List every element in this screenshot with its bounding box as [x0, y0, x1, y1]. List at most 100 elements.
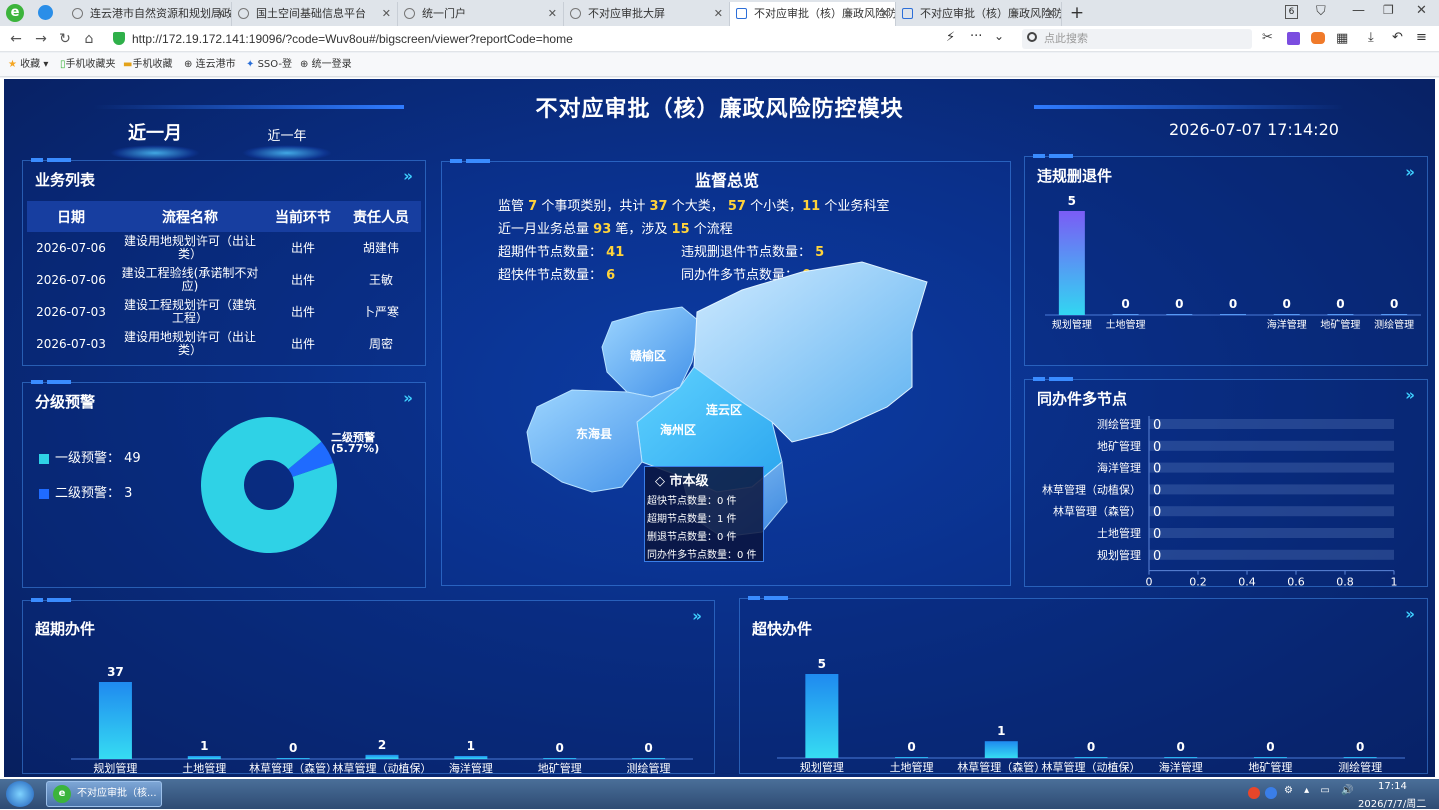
bar-value-label: 5 [818, 657, 826, 671]
globe-icon: ⊕ [300, 59, 309, 70]
new-tab-button[interactable]: + [1068, 2, 1086, 24]
col-date: 日期 [27, 201, 115, 232]
address-bar: ← → ↻ ⌂ http://172.19.172.141:19096/?cod… [0, 26, 1439, 52]
bar [1166, 314, 1193, 315]
tab-1[interactable]: 连云港市自然资源和规划局政务 ✕ [66, 2, 232, 26]
bar-track [1149, 549, 1394, 560]
glow-base [110, 145, 200, 161]
close-icon[interactable]: ✕ [548, 2, 557, 26]
reload-icon[interactable]: ↻ [56, 30, 74, 48]
shirt-icon[interactable]: ⛉ [1316, 4, 1326, 19]
bookmarks-bar: ★ 收藏 ▾ ▯手机收藏夹 ▬手机收藏 ⊕ 连云港市 ✦ SSO-登 ⊕ 统一登… [0, 53, 1439, 77]
start-button-icon[interactable] [6, 781, 34, 807]
shield-icon[interactable] [113, 32, 125, 45]
bar-track [1149, 528, 1394, 538]
bookmark-favorites[interactable]: ★ 收藏 ▾ [8, 57, 48, 73]
y-tick-label: 规划管理 [1097, 548, 1141, 562]
restore-icon[interactable]: ❐ [1383, 3, 1394, 17]
help-icon[interactable] [1265, 787, 1277, 799]
tab-3[interactable]: 统一门户 ✕ [398, 2, 564, 26]
minimize-icon[interactable]: — [1352, 3, 1365, 18]
tray-icons[interactable]: ⚙ ▴ ▭ 🔊 [1284, 785, 1357, 796]
pie-slice-label: 二级预警 (5.77%) [331, 431, 380, 455]
bar-track [1149, 506, 1394, 517]
bookmark-unified-login[interactable]: ⊕ 统一登录 [300, 57, 352, 73]
home-icon[interactable]: ⌂ [80, 30, 98, 48]
bookmark-mobile[interactable]: ▬手机收藏 [123, 57, 172, 73]
bookmark-mobile-folder[interactable]: ▯手机收藏夹 [60, 57, 116, 73]
more-chevron-icon[interactable]: » [403, 167, 413, 185]
bar [187, 756, 221, 759]
taskbar-date: 2026/7/7/周二 [1358, 799, 1427, 810]
close-icon[interactable]: ✕ [880, 2, 889, 26]
bar [543, 758, 577, 759]
bar [1058, 211, 1085, 315]
table-row[interactable]: 2026-07-06 建设工程验线(承诺制不对应) 出件 王敏 [27, 264, 421, 296]
telegram-icon[interactable] [38, 5, 53, 20]
globe-icon [404, 8, 415, 19]
bar-value-label: 0 [1175, 297, 1183, 311]
browser-logo-icon: e [53, 785, 71, 803]
bar-value-label: 2 [378, 738, 386, 752]
bar [984, 741, 1018, 758]
scissors-icon[interactable]: ✂ [1262, 30, 1273, 45]
forward-icon[interactable]: → [32, 30, 50, 48]
tooltip-title: ◇ 市本级 [655, 474, 709, 489]
close-icon[interactable]: ✕ [714, 2, 723, 26]
window-close-icon[interactable]: ✕ [1416, 3, 1427, 18]
table-row[interactable]: 2026-07-06 建设用地规划许可（出让类） 出件 胡建伟 [27, 232, 421, 264]
cube-icon [902, 8, 913, 19]
taskbar-app-button[interactable]: e 不对应审批（核... [46, 781, 162, 807]
bar-value-label: 0 [1153, 462, 1161, 477]
fast-bar-chart: 5 规划管理 0 土地管理 1 林草管理（森管） 0 林草管理（动植保） 0 海洋管理 0 地矿管理 0… [777, 657, 1405, 774]
tab-5-active[interactable]: 不对应审批（核）廉政风险防 ✕ [730, 2, 896, 26]
period-month-button[interactable]: 近一月 [110, 119, 200, 161]
bar-value-label: 0 [1153, 418, 1161, 433]
globe-icon [72, 8, 83, 19]
tab-4[interactable]: 不对应审批大屏 ✕ [564, 2, 730, 26]
bar-value-label: 0 [289, 741, 297, 755]
search-input[interactable]: 点此搜索 [1022, 29, 1252, 49]
close-icon[interactable]: ✕ [216, 2, 225, 26]
download-icon[interactable]: ⤓ [1368, 30, 1374, 45]
extension-icon[interactable] [1287, 32, 1300, 45]
table-row[interactable]: 2026-07-03 建设工程规划许可（建筑工程） 出件 卜严寒 [27, 296, 421, 328]
bookmark-sso[interactable]: ✦ SSO-登 [246, 57, 292, 73]
bar [1253, 757, 1287, 758]
more-icon[interactable]: ··· [970, 29, 982, 44]
x-tick-label: 海洋管理 [1267, 318, 1307, 331]
close-icon[interactable]: ✕ [382, 2, 391, 26]
x-tick-label: 0.8 [1336, 576, 1354, 588]
chevron-down-icon[interactable]: ⌄ [994, 29, 1004, 43]
period-year-button[interactable]: 近一年 [242, 125, 332, 161]
bar [276, 758, 310, 759]
tab-count-badge[interactable]: 6 [1285, 5, 1298, 19]
tab-2[interactable]: 国土空间基础信息平台 ✕ [232, 2, 398, 26]
menu-icon[interactable]: ≡ [1416, 30, 1427, 45]
url-field[interactable]: http://172.19.172.141:19096/?code=Wuv8ou… [132, 29, 1002, 49]
globe-icon [570, 8, 581, 19]
apps-grid-icon[interactable]: ▦ [1336, 31, 1348, 46]
y-tick-label: 海洋管理 [1097, 461, 1141, 475]
close-icon[interactable]: ✕ [1046, 2, 1055, 26]
page-title: 不对应审批（核）廉政风险防控模块 [535, 97, 904, 122]
bookmark-lyg[interactable]: ⊕ 连云港市 [184, 57, 236, 73]
back-icon[interactable]: ← [7, 30, 25, 48]
taskbar-time: 17:14 [1378, 781, 1407, 792]
flash-icon[interactable]: ⚡ [946, 30, 955, 45]
multi-node-hbar-chart: 测绘管理 0地矿管理 0海洋管理 0林草管理（动植保） 0林草管理（森管） 0土地管理 0规… [1042, 416, 1398, 588]
x-tick-label: 海洋管理 [1159, 760, 1203, 774]
business-table: 日期 流程名称 当前环节 责任人员 2026-07-06 建设用地规划许可（出让… [27, 201, 421, 360]
x-tick-label: 测绘管理 [1338, 760, 1382, 774]
cube-icon [736, 8, 747, 19]
table-row[interactable]: 2026-07-03 建设用地规划许可（出让类） 出件 周密 [27, 328, 421, 360]
sogou-icon[interactable] [1248, 787, 1260, 799]
gamepad-icon[interactable] [1311, 32, 1325, 44]
col-process: 流程名称 [115, 201, 265, 232]
bar [1220, 314, 1246, 315]
tab-6[interactable]: 不对应审批（核）廉政风险防 ✕ [896, 2, 1062, 26]
bar-value-label: 0 [1153, 440, 1161, 455]
undo-icon[interactable]: ↶ [1392, 30, 1403, 45]
panel-title: 业务列表 [35, 171, 96, 189]
col-person: 责任人员 [341, 201, 421, 232]
